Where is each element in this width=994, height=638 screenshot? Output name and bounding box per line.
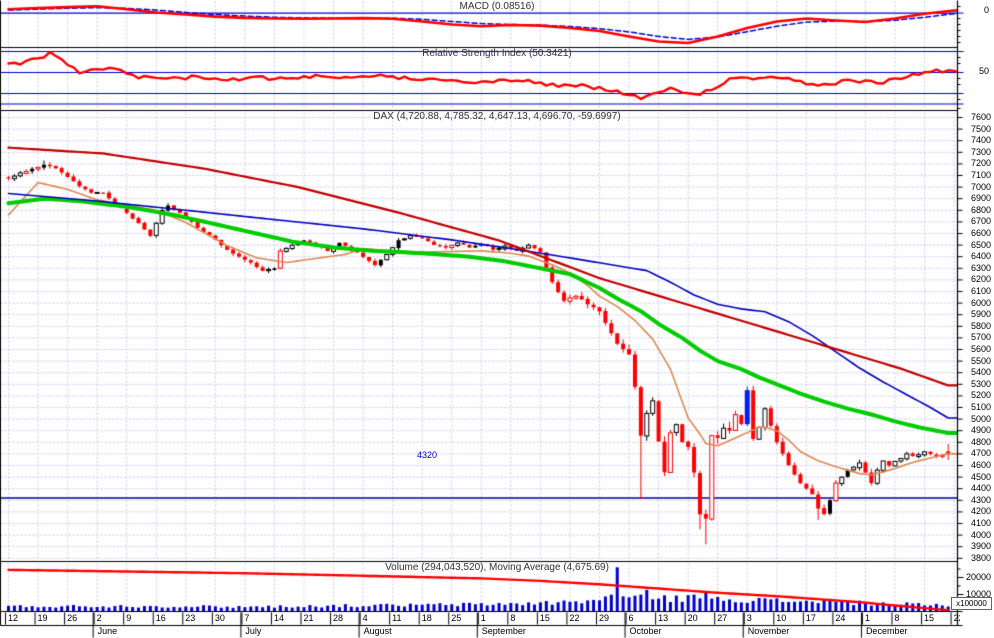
date-tick-label: 12: [8, 613, 19, 623]
month-label: June: [97, 626, 118, 636]
date-tick-label: 15: [539, 613, 550, 623]
date-tick-label: 4: [362, 613, 368, 623]
date-tick-label: 7: [244, 613, 250, 623]
date-tick-label: 8: [894, 613, 900, 623]
date-tick-label: 20: [687, 613, 698, 623]
date-tick-label: 14: [273, 613, 284, 623]
support-level-annotation: 4320: [417, 450, 438, 460]
date-tick-label: 29: [599, 613, 610, 623]
date-tick-label: 19: [37, 613, 48, 623]
month-label: July: [245, 626, 262, 636]
date-tick-label: 2: [96, 613, 102, 623]
date-tick-label: 23: [185, 613, 196, 623]
date-tick-label: 28: [333, 613, 344, 623]
date-tick-label: 26: [67, 613, 78, 623]
date-tick-label: 16: [155, 613, 166, 623]
date-tick-label: 10: [776, 613, 787, 623]
date-axis: 12 19 26 2 9 16 23 30 7 14 21 28 4 11 18 25 1 8 15 22 29 6 13 2…: [0, 612, 960, 638]
date-tick-label: 1: [864, 613, 870, 623]
date-tick-label: 13: [658, 613, 669, 623]
date-tick-label: 30: [214, 613, 225, 623]
date-tick-label: 11: [392, 613, 402, 623]
date-tick-label: 1: [480, 613, 486, 623]
volume-multiplier-note: x100000: [951, 597, 992, 610]
month-label: October: [629, 626, 662, 636]
chart-canvas[interactable]: [0, 0, 994, 638]
month-label: September: [481, 626, 526, 636]
date-tick-label: 18: [421, 613, 432, 623]
date-tick-label: 8: [510, 613, 516, 623]
date-tick-label: 6: [628, 613, 634, 623]
date-tick-label: 27: [717, 613, 728, 623]
month-label: November: [747, 626, 790, 636]
date-tick-label: 15: [924, 613, 935, 623]
date-tick-label: 22: [953, 613, 960, 623]
date-tick-label: 24: [835, 613, 846, 623]
month-label: December: [865, 626, 908, 636]
chart-window: MACD (0.08516) Relative Strength Index (…: [0, 0, 994, 638]
date-tick-label: 9: [126, 613, 132, 623]
date-tick-label: 17: [805, 613, 816, 623]
macd-zero-axis-label: 0: [983, 5, 989, 15]
date-tick-label: 21: [303, 613, 314, 623]
date-tick-label: 25: [451, 613, 462, 623]
rsi-fifty-axis-label: 50: [978, 66, 989, 76]
date-tick-label: 22: [569, 613, 580, 623]
date-tick-label: 3: [746, 613, 752, 623]
month-label: August: [363, 626, 392, 636]
